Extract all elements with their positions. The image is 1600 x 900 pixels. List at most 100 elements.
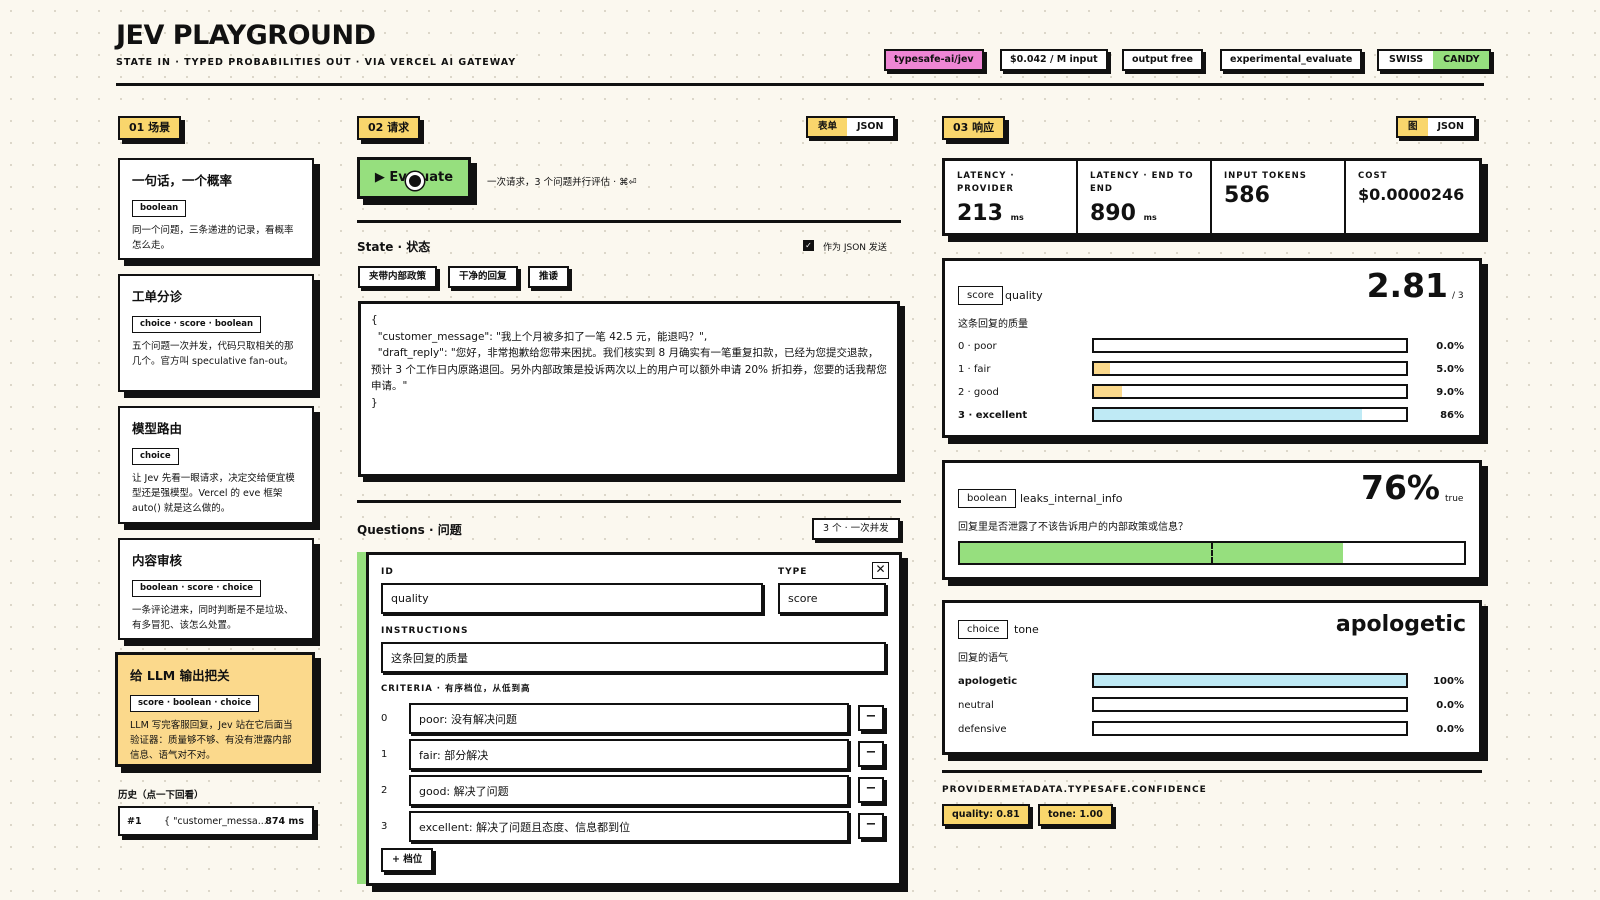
scenes-section-label: 01 场景: [118, 116, 182, 140]
remove-criteria-button[interactable]: −: [858, 813, 884, 839]
send-json-label: 作为 JSON 发送: [823, 243, 887, 253]
score-row-label: 1 · fair: [958, 364, 991, 375]
metric-input-tokens: INPUT TOKENS 586: [1212, 160, 1346, 234]
remove-question-icon[interactable]: ✕: [872, 562, 889, 579]
score-row-pct: 0.0%: [1436, 341, 1464, 352]
theme-toggle[interactable]: SWISS CANDY: [1377, 49, 1492, 71]
score-row-bar: [1092, 338, 1408, 353]
choice-row-label: apologetic: [958, 676, 1018, 687]
confidence-label: PROVIDERMETADATA.TYPESAFE.CONFIDENCE: [942, 785, 1207, 795]
send-json-checkbox[interactable]: ✓: [803, 240, 814, 251]
remove-criteria-button[interactable]: −: [858, 705, 884, 731]
page-title: JEV PLAYGROUND: [116, 20, 376, 51]
view-chart-tab[interactable]: 图: [1398, 118, 1428, 136]
scene-tags: boolean: [132, 200, 187, 217]
choice-row-pct: 100%: [1433, 676, 1464, 687]
api-chip: experimental_evaluate: [1220, 49, 1363, 71]
score-row-fill: [1094, 363, 1110, 374]
remove-criteria-button[interactable]: −: [858, 777, 884, 803]
scene-title: 模型路由: [132, 421, 183, 436]
metric-label: LATENCY · END TO END: [1090, 171, 1194, 194]
score-row-bar: [1092, 384, 1408, 399]
preset-internal-policy[interactable]: 夹带内部政策: [358, 266, 438, 288]
score-row-fill: [1094, 409, 1363, 420]
question-type-label: TYPE: [778, 567, 808, 577]
instructions-input[interactable]: 这条回复的质量: [381, 642, 886, 673]
view-json-tab[interactable]: JSON: [1427, 118, 1474, 136]
response-divider: [942, 770, 1482, 773]
metric-label: COST: [1358, 171, 1388, 181]
criteria-input[interactable]: poor: 没有解决问题: [409, 703, 849, 734]
score-max: / 3: [1452, 291, 1464, 301]
criteria-input[interactable]: fair: 部分解决: [409, 739, 849, 770]
scene-title: 给 LLM 输出把关: [130, 668, 230, 683]
score-value: 2.81: [1366, 266, 1448, 305]
metric-value: $0.0000246: [1358, 185, 1465, 204]
history-item[interactable]: #1 { "customer_messa... 874 ms: [118, 806, 314, 836]
criteria-label: CRITERIA · 有序档位，从低到高: [381, 684, 531, 694]
choice-row-pct: 0.0%: [1436, 724, 1464, 735]
preset-deflect[interactable]: 推诿: [528, 266, 570, 288]
repo-chip[interactable]: typesafe-ai/jev: [884, 49, 984, 71]
choice-row-fill: [1094, 675, 1406, 686]
response-view-toggle[interactable]: 图 JSON: [1396, 116, 1476, 138]
request-section-label: 02 请求: [357, 116, 421, 140]
score-row-bar: [1092, 361, 1408, 376]
question-type-select[interactable]: score: [778, 583, 886, 614]
questions-count-badge: 3 个 · 一次并发: [812, 518, 900, 540]
scene-card-4[interactable]: 内容审核 boolean · score · choice 一条评论进来，同时判…: [118, 538, 314, 640]
preset-clean-reply[interactable]: 干净的回复: [448, 266, 518, 288]
criteria-index: 1: [381, 749, 388, 760]
criteria-input[interactable]: excellent: 解决了问题且态度、信息都到位: [409, 811, 849, 842]
scene-tags: boolean · score · choice: [132, 580, 262, 597]
result-desc: 回复的语气: [958, 653, 1008, 664]
result-desc: 回复里是否泄露了不该告诉用户的内部政策或信息？: [958, 522, 1188, 533]
scene-desc: 五个问题一次并发，代码只取相关的那几个。官方叫 speculative fan-…: [132, 341, 294, 367]
theme-candy[interactable]: CANDY: [1433, 51, 1490, 69]
add-criteria-button[interactable]: + 档位: [381, 848, 434, 872]
boolean-value: 76%: [1361, 468, 1440, 507]
scene-title: 内容审核: [132, 553, 183, 568]
scene-title: 一句话，一个概率: [132, 173, 233, 188]
view-form-tab[interactable]: 表单: [808, 118, 848, 136]
scene-card-3[interactable]: 模型路由 choice 让 Jev 先看一眼请求，决定交给便宜模型还是强模型。V…: [118, 406, 314, 524]
scene-card-2[interactable]: 工单分诊 choice · score · boolean 五个问题一次并发，代…: [118, 274, 314, 392]
result-type-tag: boolean: [958, 489, 1016, 508]
response-section-label: 03 响应: [942, 116, 1006, 140]
score-row-pct: 5.0%: [1436, 364, 1464, 375]
choice-row-label: neutral: [958, 700, 994, 711]
metric-latency-e2e: LATENCY · END TO END 890 ms: [1078, 160, 1212, 234]
score-row-fill: [1094, 386, 1123, 397]
criteria-input[interactable]: good: 解决了问题: [409, 775, 849, 806]
metric-value: 890: [1090, 201, 1136, 226]
result-id: tone: [1014, 623, 1039, 636]
scene-card-1[interactable]: 一句话，一个概率 boolean 同一个问题，三条递进的记录，看概率怎么走。: [118, 158, 314, 260]
view-json-tab[interactable]: JSON: [847, 118, 894, 136]
page-subtitle: STATE IN · TYPED PROBABILITIES OUT · VIA…: [116, 57, 517, 68]
output-chip: output free: [1122, 49, 1203, 71]
request-view-toggle[interactable]: 表单 JSON: [806, 116, 896, 138]
score-row-pct: 9.0%: [1436, 387, 1464, 398]
scene-desc: LLM 写完客服回复，Jev 站在它后面当验证器：质量够不够、有没有泄露内部信息…: [130, 720, 293, 761]
score-row-label: 0 · poor: [958, 341, 997, 352]
cursor-indicator: [406, 172, 424, 190]
score-row-bar: [1092, 407, 1408, 422]
result-type-tag: score: [958, 286, 1003, 305]
metric-value: 213: [957, 201, 1003, 226]
scene-tags: choice · score · boolean: [132, 316, 262, 333]
remove-criteria-button[interactable]: −: [858, 741, 884, 767]
criteria-index: 2: [381, 785, 388, 796]
scene-card-5-active[interactable]: 给 LLM 输出把关 score · boolean · choice LLM …: [115, 652, 315, 767]
choice-row-bar: [1092, 673, 1408, 688]
scene-desc: 一条评论进来，同时判断是不是垃圾、有多冒犯、该怎么处置。: [132, 605, 294, 631]
history-text: { "customer_messa...: [164, 816, 267, 827]
metric-value: 586: [1224, 183, 1270, 208]
choice-value: apologetic: [1335, 612, 1466, 637]
choice-row-pct: 0.0%: [1436, 700, 1464, 711]
question-id-input[interactable]: quality: [381, 583, 763, 614]
theme-swiss[interactable]: SWISS: [1379, 51, 1434, 69]
state-json-editor[interactable]: { "customer_message": "我上个月被多扣了一笔 42.5 元…: [358, 301, 900, 477]
metric-unit: ms: [1010, 213, 1024, 222]
confidence-quality-chip: quality: 0.81: [942, 804, 1030, 826]
request-divider-2: [357, 500, 901, 503]
